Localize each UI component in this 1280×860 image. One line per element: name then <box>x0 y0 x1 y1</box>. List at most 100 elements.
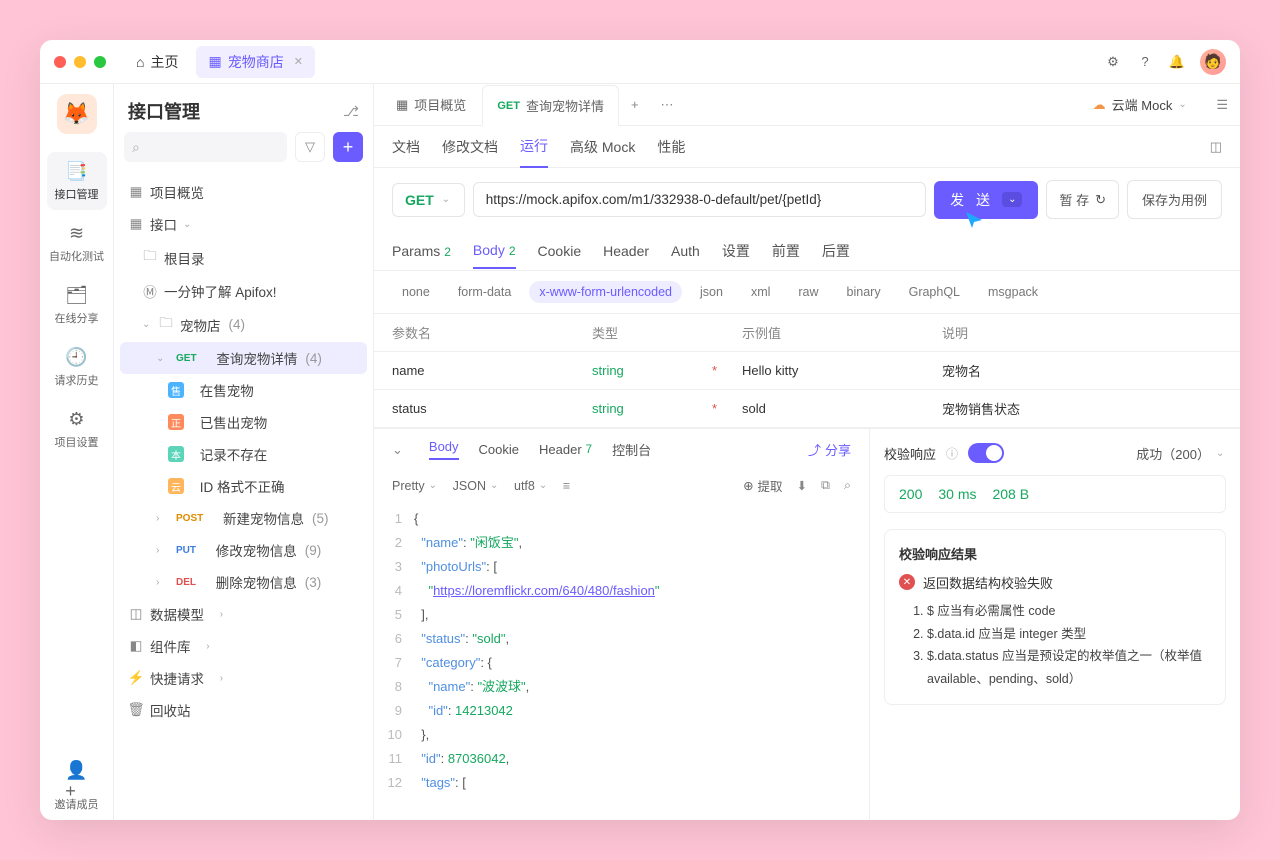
tree-quickstart[interactable]: Ⓜ一分钟了解 Apifox! <box>120 275 367 307</box>
view-mode-select[interactable]: Pretty ⌄ <box>392 479 439 493</box>
tree-data-model[interactable]: ◫数据模型 › <box>120 598 367 630</box>
body-type-binary[interactable]: binary <box>837 281 891 303</box>
app-logo[interactable]: 🦊 <box>57 94 97 134</box>
encoding-select[interactable]: utf8 ⌄ <box>514 479 549 493</box>
param-row[interactable]: status string * sold 宠物销售状态 <box>374 390 1240 428</box>
req-tab-params[interactable]: Params2 <box>392 234 451 268</box>
component-icon: ◧ <box>128 638 144 654</box>
status-code-select[interactable]: 成功（200） ⌄ <box>1136 444 1226 463</box>
more-tabs-icon[interactable]: ⋯ <box>651 97 684 113</box>
tree-api-del-pet[interactable]: ›DEL 删除宠物信息(3) <box>120 566 367 598</box>
body-type-raw[interactable]: raw <box>788 281 828 303</box>
resp-tab-header[interactable]: Header7 <box>539 442 592 457</box>
add-button[interactable]: + <box>333 132 363 162</box>
notification-icon[interactable]: 🔔 <box>1168 53 1186 71</box>
help-icon[interactable]: ? <box>1136 53 1154 71</box>
panel-layout-icon[interactable]: ◫ <box>1210 139 1222 155</box>
req-tab-cookie[interactable]: Cookie <box>538 234 582 268</box>
search-code-icon[interactable]: ⌕ <box>844 478 851 493</box>
avatar[interactable]: 🧑 <box>1200 49 1226 75</box>
download-icon[interactable]: ⬇ <box>797 478 807 493</box>
share-icon: 🗂 <box>66 284 88 306</box>
layout-toggle-icon[interactable]: ☰ <box>1212 93 1232 117</box>
nav-history[interactable]: 🕘 请求历史 <box>47 338 107 396</box>
api-tab-perf[interactable]: 性能 <box>657 127 685 167</box>
tree-case-sold[interactable]: 正 已售出宠物 <box>120 406 367 438</box>
body-type-graphql[interactable]: GraphQL <box>899 281 970 303</box>
save-draft-button[interactable]: 暂 存↻ <box>1046 180 1119 219</box>
info-icon[interactable]: ⓘ <box>946 445 958 462</box>
nav-automation-test[interactable]: ≋ 自动化测试 <box>47 214 107 272</box>
copy-icon[interactable]: ⧉ <box>821 478 830 493</box>
response-size: 208 B <box>992 486 1029 502</box>
settings-icon[interactable]: ⚙ <box>1104 53 1122 71</box>
add-tab-button[interactable]: + <box>621 97 649 112</box>
body-type-urlencoded[interactable]: x-www-form-urlencoded <box>529 281 682 303</box>
tab-api-detail[interactable]: GET查询宠物详情 <box>482 85 619 126</box>
tree-overview[interactable]: ▦项目概览 <box>120 176 367 208</box>
tree-recycle[interactable]: 🗑回收站 <box>120 694 367 726</box>
tree-api-put-pet[interactable]: ›PUT 修改宠物信息(9) <box>120 534 367 566</box>
req-tab-auth[interactable]: Auth <box>671 234 700 268</box>
body-type-json[interactable]: json <box>690 281 733 303</box>
validate-toggle[interactable] <box>968 443 1004 463</box>
tree-root-dir[interactable]: 🗀根目录 <box>120 240 367 275</box>
resp-tab-body[interactable]: Body <box>429 439 459 460</box>
tree-component-lib[interactable]: ◧组件库 › <box>120 630 367 662</box>
tree-case-notfound[interactable]: 本 记录不存在 <box>120 438 367 470</box>
body-type-none[interactable]: none <box>392 281 440 303</box>
close-window-icon[interactable] <box>54 56 66 68</box>
save-as-case-button[interactable]: 保存为用例 <box>1127 180 1222 219</box>
share-icon: ⤴ <box>808 440 821 459</box>
api-tab-mock[interactable]: 高级 Mock <box>570 127 635 167</box>
nav-invite[interactable]: 👤+ 邀请成员 <box>47 762 107 820</box>
project-tab[interactable]: ▦ 宠物商店 ✕ <box>196 46 314 78</box>
resp-tab-cookie[interactable]: Cookie <box>479 442 519 457</box>
tree-case-onsale[interactable]: 售 在售宠物 <box>120 374 367 406</box>
method-select[interactable]: GET⌄ <box>392 183 465 217</box>
send-button[interactable]: 发 送⌄ <box>934 181 1038 219</box>
api-tab-edit-doc[interactable]: 修改文档 <box>442 127 498 167</box>
tree-quick-request[interactable]: ⚡快捷请求 › <box>120 662 367 694</box>
share-response-button[interactable]: ⤴分享 <box>808 440 851 459</box>
resp-tab-console[interactable]: 控制台 <box>612 440 651 459</box>
maximize-window-icon[interactable] <box>94 56 106 68</box>
param-row[interactable]: name string * Hello kitty 宠物名 <box>374 352 1240 390</box>
nav-api-management[interactable]: 📑 接口管理 <box>47 152 107 210</box>
tree-case-badid[interactable]: 云 ID 格式不正确 <box>120 470 367 502</box>
body-type-msgpack[interactable]: msgpack <box>978 281 1048 303</box>
tree-interface-root[interactable]: ▦接口 ⌄ <box>120 208 367 240</box>
wrap-icon[interactable]: ≡ <box>563 479 570 493</box>
nav-project-settings[interactable]: ⚙ 项目设置 <box>47 400 107 458</box>
filter-button[interactable]: ▽ <box>295 132 325 162</box>
minimize-window-icon[interactable] <box>74 56 86 68</box>
tree-api-post-pet[interactable]: ›POST 新建宠物信息(5) <box>120 502 367 534</box>
api-tab-run[interactable]: 运行 <box>520 126 548 168</box>
body-type-formdata[interactable]: form-data <box>448 281 522 303</box>
tree-api-get-pet[interactable]: ⌄GET 查询宠物详情(4) <box>120 342 367 374</box>
req-tab-settings[interactable]: 设置 <box>722 232 750 270</box>
format-select[interactable]: JSON ⌄ <box>453 479 500 493</box>
body-type-xml[interactable]: xml <box>741 281 780 303</box>
extract-button[interactable]: ⊕ 提取 <box>743 476 783 495</box>
environment-select[interactable]: ☁云端 Mock⌄ <box>1083 91 1199 118</box>
req-tab-pre[interactable]: 前置 <box>772 232 800 270</box>
req-tab-post[interactable]: 后置 <box>822 232 850 270</box>
tab-project-overview[interactable]: ▦项目概览 <box>382 84 480 125</box>
url-input[interactable] <box>473 182 926 217</box>
status-code: 200 <box>899 486 922 502</box>
req-tab-header[interactable]: Header <box>603 234 649 268</box>
req-tab-body[interactable]: Body2 <box>473 233 516 269</box>
send-dropdown-icon[interactable]: ⌄ <box>1002 192 1022 207</box>
overview-icon: ▦ <box>396 97 408 113</box>
search-input[interactable] <box>124 132 287 162</box>
api-tab-doc[interactable]: 文档 <box>392 127 420 167</box>
response-body-code[interactable]: 1{2 "name": "闲饭宝",3 "photoUrls": [4 "htt… <box>374 501 869 820</box>
tree-petshop-folder[interactable]: ⌄🗀宠物店(4) <box>120 307 367 342</box>
collapse-response-icon[interactable]: ⌄ <box>392 442 403 458</box>
home-tab[interactable]: ⌂ 主页 <box>126 48 188 76</box>
nav-share[interactable]: 🗂 在线分享 <box>47 276 107 334</box>
status-badge: 云 <box>168 478 184 494</box>
close-tab-icon[interactable]: ✕ <box>294 55 303 68</box>
branch-icon[interactable]: ⎇ <box>343 103 359 120</box>
